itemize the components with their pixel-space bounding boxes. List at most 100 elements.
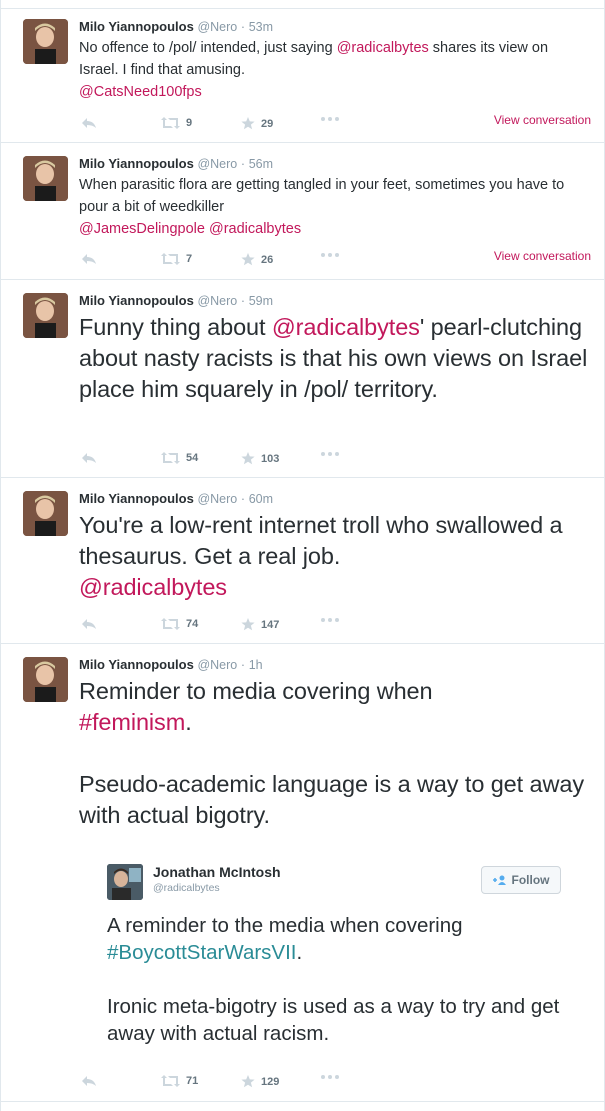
mention-link[interactable]: @radicalbytes <box>79 574 227 600</box>
separator: · <box>240 157 246 171</box>
fullname[interactable]: Milo Yiannopoulos <box>79 19 194 34</box>
star-icon <box>241 117 255 130</box>
tweet[interactable]: Milo Yiannopoulos @Nero · 59m Funny thin… <box>1 280 604 478</box>
tweet-header: Milo Yiannopoulos @Nero · 56m <box>79 156 273 171</box>
more-button[interactable] <box>321 452 339 456</box>
retweet-icon <box>161 452 180 464</box>
reply-button[interactable] <box>81 1075 97 1087</box>
reply-button[interactable] <box>81 253 97 265</box>
quoted-avatar[interactable] <box>107 864 143 900</box>
retweet-icon <box>161 618 180 630</box>
tweet-actions: 74 147 <box>81 618 591 638</box>
retweet-count: 71 <box>186 1075 199 1087</box>
star-icon <box>241 1075 255 1088</box>
view-conversation-link[interactable]: View conversation <box>494 249 591 263</box>
tweet-header: Milo Yiannopoulos @Nero · 59m <box>79 293 273 308</box>
timestamp[interactable]: 59m <box>249 294 273 308</box>
tweet-text-part: You're a low-rent internet troll who swa… <box>79 512 563 569</box>
hashtag-link[interactable]: #feminism <box>79 709 185 735</box>
more-icon <box>321 618 339 622</box>
mention-link[interactable]: @radicalbytes <box>272 314 420 340</box>
avatar[interactable] <box>23 19 68 64</box>
favorite-button[interactable]: 26 <box>241 253 273 266</box>
tweet-text-part: Funny thing about <box>79 314 272 340</box>
retweet-button[interactable]: 54 <box>161 452 198 464</box>
handle[interactable]: @Nero <box>197 157 237 171</box>
timestamp[interactable]: 56m <box>249 157 273 171</box>
fullname[interactable]: Milo Yiannopoulos <box>79 156 194 171</box>
retweet-button[interactable]: 74 <box>161 618 198 630</box>
handle[interactable]: @Nero <box>197 658 237 672</box>
timestamp[interactable]: 53m <box>249 20 273 34</box>
reply-button[interactable] <box>81 452 97 464</box>
more-icon <box>321 117 339 121</box>
favorite-button[interactable]: 147 <box>241 618 279 631</box>
mention-link[interactable]: @JamesDelingpole @radicalbytes <box>79 221 301 237</box>
handle[interactable]: @Nero <box>197 294 237 308</box>
avatar[interactable] <box>23 491 68 536</box>
fullname[interactable]: Milo Yiannopoulos <box>79 293 194 308</box>
retweet-button[interactable]: 9 <box>161 117 192 129</box>
tweet-text-part: . <box>185 709 192 735</box>
handle[interactable]: @Nero <box>197 20 237 34</box>
timeline: Milo Yiannopoulos @Nero · 53m No offence… <box>0 0 605 1111</box>
tweet-actions: 71 129 <box>81 1075 591 1095</box>
timestamp[interactable]: 60m <box>249 492 273 506</box>
tweet-text: Funny thing about @radicalbytes' pearl-c… <box>79 312 589 405</box>
quoted-tweet-image[interactable]: Jonathan McIntosh @radicalbytes Follow A… <box>95 854 573 1047</box>
tweet-text-part: No offence to /pol/ intended, just sayin… <box>79 40 337 56</box>
favorite-button[interactable]: 103 <box>241 452 279 465</box>
more-button[interactable] <box>321 117 339 121</box>
favorite-button[interactable]: 129 <box>241 1075 279 1088</box>
more-button[interactable] <box>321 253 339 257</box>
quoted-text: A reminder to the media when covering #B… <box>107 912 567 1047</box>
tweet[interactable]: Milo Yiannopoulos @Nero · 60m You're a l… <box>1 478 604 644</box>
retweet-count: 54 <box>186 452 199 464</box>
more-button[interactable] <box>321 1075 339 1079</box>
tweet-text-part: Reminder to media covering when <box>79 678 433 704</box>
view-conversation-link[interactable]: View conversation <box>494 113 591 127</box>
favorite-count: 129 <box>261 1075 280 1088</box>
follow-button[interactable]: Follow <box>481 866 561 894</box>
mention-link[interactable]: @radicalbytes <box>337 40 429 56</box>
reply-icon <box>82 118 96 128</box>
avatar[interactable] <box>23 657 68 702</box>
quoted-text-part: Ironic meta-bigotry is used as a way to … <box>107 995 560 1045</box>
more-button[interactable] <box>321 618 339 622</box>
favorite-count: 103 <box>261 452 280 465</box>
quoted-text-part: A reminder to the media when covering <box>107 914 463 937</box>
tweet-text-part: Pseudo-academic language is a way to get… <box>79 771 584 828</box>
retweet-icon <box>161 117 180 129</box>
tweet-header: Milo Yiannopoulos @Nero · 60m <box>79 491 273 506</box>
retweet-button[interactable]: 71 <box>161 1075 198 1087</box>
tweet-text: No offence to /pol/ intended, just sayin… <box>79 37 589 103</box>
retweet-icon <box>161 1075 180 1087</box>
mention-link[interactable]: @CatsNeed100fps <box>79 84 202 100</box>
tweet[interactable]: Milo Yiannopoulos @Nero · 53m No offence… <box>1 8 604 143</box>
separator: · <box>240 658 246 672</box>
tweet-text-part: When parasitic flora are getting tangled… <box>79 177 565 215</box>
reply-button[interactable] <box>81 618 97 630</box>
follow-label: Follow <box>511 873 550 887</box>
follow-person-icon <box>492 875 506 885</box>
reply-button[interactable] <box>81 117 97 129</box>
avatar[interactable] <box>23 293 68 338</box>
favorite-count: 147 <box>261 618 280 631</box>
tweet-header: Milo Yiannopoulos @Nero · 53m <box>79 19 273 34</box>
quoted-hashtag: #BoycottStarWarsVII <box>107 941 297 964</box>
retweet-button[interactable]: 7 <box>161 253 192 265</box>
reply-icon <box>82 619 96 629</box>
fullname[interactable]: Milo Yiannopoulos <box>79 491 194 506</box>
tweet[interactable]: Milo Yiannopoulos @Nero · 56m When paras… <box>1 143 604 280</box>
separator: · <box>240 492 246 506</box>
more-icon <box>321 253 339 257</box>
handle[interactable]: @Nero <box>197 492 237 506</box>
tweet-actions: 7 26 View conversation <box>81 249 591 273</box>
tweet[interactable]: Milo Yiannopoulos @Nero · 1h Reminder to… <box>1 644 604 1102</box>
timestamp[interactable]: 1h <box>249 658 263 672</box>
retweet-count: 9 <box>186 117 193 129</box>
star-icon <box>241 253 255 266</box>
favorite-button[interactable]: 29 <box>241 117 273 130</box>
avatar[interactable] <box>23 156 68 201</box>
fullname[interactable]: Milo Yiannopoulos <box>79 657 194 672</box>
